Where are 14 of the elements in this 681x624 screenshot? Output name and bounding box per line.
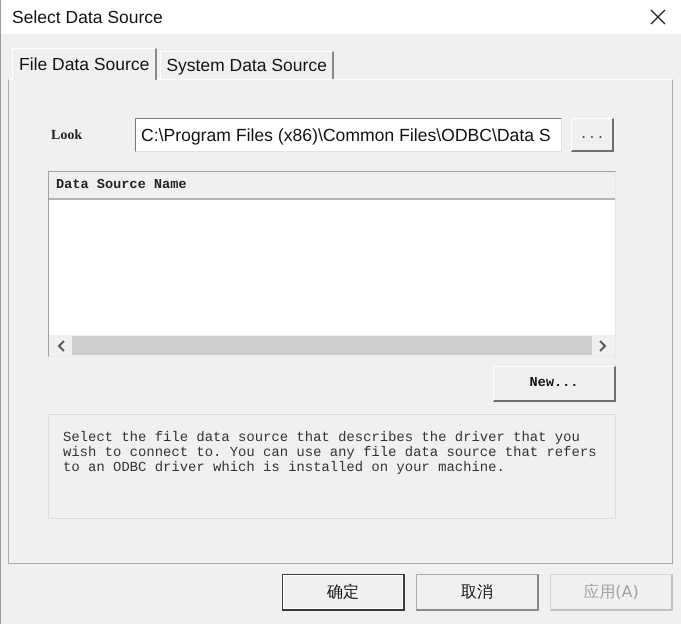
close-icon[interactable] <box>650 9 666 25</box>
tab[interactable]: System Data Source <box>160 51 334 79</box>
dialog-button[interactable]: 取消 <box>416 574 539 611</box>
browse-button[interactable]: ... <box>571 118 614 152</box>
new-button[interactable]: New... <box>493 366 616 402</box>
data-source-list[interactable]: Data Source Name <box>48 171 616 357</box>
look-in-label: Look <box>50 128 84 144</box>
dialog-button[interactable]: 确定 <box>282 574 405 611</box>
tab[interactable]: File Data Source <box>12 48 158 80</box>
horizontal-scrollbar[interactable] <box>49 335 615 356</box>
scrollbar-thumb[interactable] <box>72 336 592 355</box>
window-title: Select Data Source <box>12 6 163 28</box>
path-field[interactable]: C:\Program Files (x86)\Common Files\ODBC\Data S <box>135 118 562 152</box>
description-text: Select the file data source that describes the driver that you wish to connect to. You can use any file data source that refers to an ODBC driver which is installed on your machine. <box>63 431 598 476</box>
